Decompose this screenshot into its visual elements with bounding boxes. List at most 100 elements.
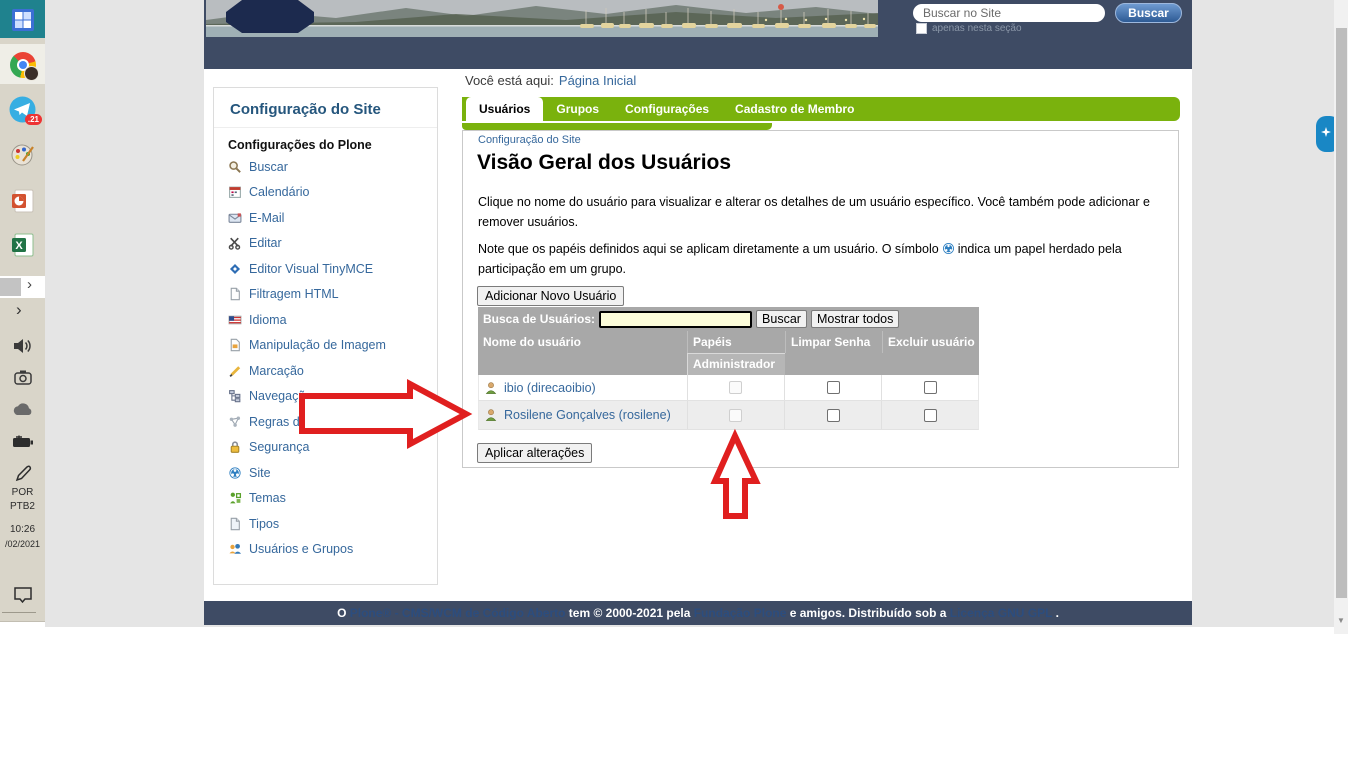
sidebar-item-editor-visual-tinymce[interactable]: Editor Visual TinyMCE [228, 256, 423, 282]
users-groups-icon [228, 542, 242, 556]
calendar-icon [228, 185, 242, 199]
excel-icon[interactable]: X [8, 230, 37, 259]
lock-icon [228, 440, 242, 454]
pencil-icon [228, 364, 242, 378]
role-admin-checkbox-ibio[interactable] [729, 381, 742, 394]
themes-icon [228, 491, 242, 505]
reset-password-checkbox-ibio[interactable] [827, 381, 840, 394]
plone-icon [228, 466, 242, 480]
user-link-ibio[interactable]: ibio (direcaoibio) [504, 381, 596, 395]
add-new-user-button[interactable]: Adicionar Novo Usuário [477, 286, 624, 306]
battery-icon[interactable] [8, 427, 37, 456]
content-breadcrumb-link[interactable]: Configuração do Site [478, 134, 581, 146]
user-search-label: Busca de Usuários: [478, 312, 599, 326]
page-title: Visão Geral dos Usuários [477, 151, 731, 175]
sidebar-item-editar[interactable]: Editar [228, 231, 423, 257]
breadcrumb-prefix: Você está aqui: [465, 73, 554, 88]
sidebar-item-site[interactable]: Site [228, 460, 423, 486]
user-search-input[interactable] [599, 311, 752, 328]
taskbar-overflow[interactable]: › [0, 276, 45, 298]
breadcrumb: Você está aqui: Página Inicial [465, 73, 636, 88]
powerpoint-icon[interactable] [8, 186, 37, 215]
telegram-icon[interactable]: .21 [8, 95, 37, 124]
only-this-section-label: apenas nesta seção [932, 23, 1022, 34]
user-icon [484, 408, 498, 422]
sidebar-item-buscar[interactable]: Buscar [228, 154, 423, 180]
tab-configuracoes[interactable]: Configurações [612, 97, 722, 121]
language-line2: PTB2 [0, 501, 45, 512]
only-this-section-checkbox[interactable] [916, 23, 927, 34]
taskbar: .21 X › › [0, 0, 45, 622]
camera-icon[interactable] [8, 363, 37, 392]
sidebar-item-calendario[interactable]: Calendário [228, 180, 423, 206]
table-header-row: Nome do usuário Papéis Limpar Senha Excl… [478, 331, 979, 353]
sidebar-item-regras-de-conteudo[interactable]: Regras de Conteúdo [228, 409, 423, 435]
chrome-icon[interactable] [8, 50, 37, 79]
clock-time: 10:26 [0, 524, 45, 535]
show-all-button[interactable]: Mostrar todos [811, 310, 899, 328]
breadcrumb-home-link[interactable]: Página Inicial [559, 73, 636, 88]
apply-changes-button[interactable]: Aplicar alterações [477, 443, 592, 463]
chrome-profile-avatar [24, 66, 39, 81]
footer-link-plone[interactable]: Plone® - CMS/WCM de Código Aberto [350, 606, 566, 620]
sidebar-item-seguranca[interactable]: Segurança [228, 435, 423, 461]
delete-user-checkbox-rosilene[interactable] [924, 409, 937, 422]
scrollbar-thumb[interactable] [1336, 28, 1347, 598]
action-center-icon[interactable] [8, 580, 37, 609]
sidebar-item-tipos[interactable]: Tipos [228, 511, 423, 537]
tab-substrip [462, 123, 772, 130]
marina-banner-image [206, 0, 878, 37]
onedrive-cloud-icon[interactable] [8, 395, 37, 424]
role-subheader-administrator: Administrador [687, 353, 785, 375]
volume-icon[interactable] [8, 331, 37, 360]
users-table: Busca de Usuários: Buscar Mostrar todos … [478, 307, 979, 430]
site-footer: O Plone® - CMS/WCM de Código Aberto tem … [204, 601, 1192, 625]
tab-grupos[interactable]: Grupos [543, 97, 612, 121]
reset-password-checkbox-rosilene[interactable] [827, 409, 840, 422]
show-hidden-icons-chevron[interactable]: › [16, 300, 22, 320]
role-admin-checkbox-rosilene[interactable] [729, 409, 742, 422]
site-setup-portlet: Configuração do Site Configurações do Pl… [213, 87, 438, 585]
portlet-title: Configuração do Site [214, 88, 437, 128]
paint-palette-icon[interactable] [8, 140, 37, 169]
roles-paragraph: Note que os papéis definidos aqui se apl… [478, 240, 1168, 280]
column-header-reset-password: Limpar Senha [785, 331, 882, 353]
sparkle-icon [1320, 126, 1332, 138]
pen-icon[interactable] [8, 459, 37, 488]
tab-bar: Usuários Grupos Configurações Cadastro d… [462, 97, 1180, 121]
sidebar-item-temas[interactable]: Temas [228, 486, 423, 512]
sidebar-item-filtragem-html[interactable]: Filtragem HTML [228, 282, 423, 308]
sidebar-item-manipulacao-de-imagem[interactable]: Manipulação de Imagem [228, 333, 423, 359]
flag-icon [228, 313, 242, 327]
site-logo-shape [226, 0, 314, 33]
site-search-button[interactable]: Buscar [1115, 3, 1182, 23]
user-search-row: Busca de Usuários: Buscar Mostrar todos [478, 307, 979, 331]
site-search-input[interactable] [913, 4, 1105, 22]
scrollbar[interactable]: ▼ [1334, 0, 1348, 634]
intro-paragraph: Clique no nome do usuário para visualiza… [478, 193, 1168, 233]
scissors-icon [228, 236, 242, 250]
sidebar-item-idioma[interactable]: Idioma [228, 307, 423, 333]
user-link-rosilene[interactable]: Rosilene Gonçalves (rosilene) [504, 408, 671, 422]
document-icon [228, 287, 242, 301]
user-search-button[interactable]: Buscar [756, 310, 807, 328]
types-document-icon [228, 517, 242, 531]
delete-user-checkbox-ibio[interactable] [924, 381, 937, 394]
inherited-role-icon [942, 242, 955, 255]
clock-date: /02/2021 [0, 539, 45, 549]
tab-cadastro-de-membro[interactable]: Cadastro de Membro [722, 97, 867, 121]
taskbar-divider [2, 612, 36, 613]
tab-usuarios[interactable]: Usuários [466, 97, 543, 121]
footer-link-gnu-gpl[interactable]: Licença GNU GPL [950, 606, 1052, 620]
content-rules-icon [228, 415, 242, 429]
sidebar-item-email[interactable]: E-Mail [228, 205, 423, 231]
footer-link-fundacao-plone[interactable]: Fundação Plone [694, 606, 787, 620]
sidebar-item-navegacao[interactable]: Navegação [228, 384, 423, 410]
scrollbar-down-arrow[interactable]: ▼ [1337, 616, 1345, 625]
overflow-chevron-icon: › [27, 276, 32, 293]
sidebar-item-marcacao[interactable]: Marcação [228, 358, 423, 384]
user-icon [484, 381, 498, 395]
start-tile-icon[interactable] [8, 5, 37, 34]
navigation-tree-icon [228, 389, 242, 403]
sidebar-item-usuarios-e-grupos[interactable]: Usuários e Grupos [228, 537, 423, 563]
